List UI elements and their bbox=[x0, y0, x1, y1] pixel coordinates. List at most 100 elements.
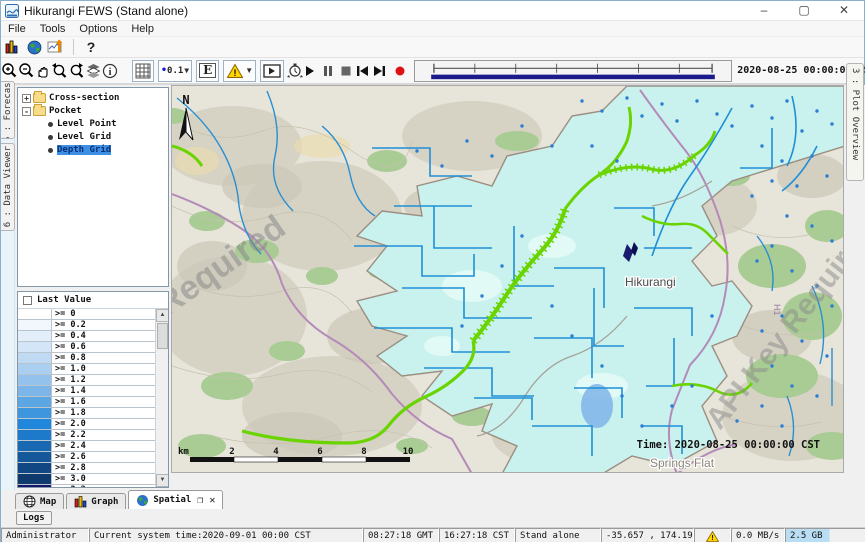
classbreak-dropdown[interactable]: •0.1▼ bbox=[158, 60, 192, 82]
legend-panel: Last Value >= 0 >= 0.2 bbox=[17, 291, 169, 488]
logs-button[interactable]: Logs bbox=[16, 511, 52, 525]
legend-row[interactable]: >= 0.8 bbox=[18, 353, 155, 364]
color-swatch bbox=[18, 441, 52, 451]
svg-text:km: km bbox=[178, 447, 189, 457]
tree-item[interactable]: + Cross-section bbox=[22, 92, 168, 104]
tree-expander[interactable]: - bbox=[22, 107, 31, 116]
color-swatch bbox=[18, 463, 52, 473]
menu-item[interactable]: File bbox=[8, 23, 26, 35]
tab-close-icon[interactable]: ✕ bbox=[209, 495, 215, 506]
tab-maximize-icon[interactable]: ❐ bbox=[197, 495, 203, 506]
legend-label: >= 0.6 bbox=[52, 342, 86, 352]
tab-graph[interactable]: Graph bbox=[66, 493, 126, 509]
legend-row[interactable]: >= 2.4 bbox=[18, 441, 155, 452]
animation-timer-icon[interactable] bbox=[286, 61, 304, 81]
chevron-down-icon: ▼ bbox=[184, 66, 189, 75]
legend-row[interactable]: >= 3.0 bbox=[18, 474, 155, 485]
legend-row[interactable]: >= 2.6 bbox=[18, 452, 155, 463]
help-button[interactable]: ? bbox=[80, 37, 102, 57]
legend-scrollbar[interactable]: ▲ ▼ bbox=[155, 309, 168, 487]
place-label: Springs Flat bbox=[650, 456, 715, 470]
left-panel: + Cross-section - Pocket bbox=[15, 85, 171, 490]
zoom-out-icon[interactable] bbox=[18, 61, 35, 81]
skip-to-end-button[interactable] bbox=[373, 61, 386, 81]
timeline-range-bar[interactable] bbox=[431, 74, 715, 79]
legend-row[interactable]: >= 1.2 bbox=[18, 375, 155, 386]
minimize-button[interactable]: – bbox=[744, 1, 784, 21]
layers-icon[interactable] bbox=[85, 61, 102, 81]
database-display-button[interactable] bbox=[1, 37, 23, 57]
info-icon[interactable]: i bbox=[102, 61, 118, 81]
globe-wireframe-icon bbox=[23, 495, 36, 508]
legend-row[interactable]: >= 2.2 bbox=[18, 430, 155, 441]
legend-label: >= 0 bbox=[52, 309, 75, 319]
color-swatch bbox=[18, 452, 52, 462]
deep-water-patch bbox=[581, 384, 613, 428]
play-button[interactable] bbox=[304, 61, 316, 81]
tab-spatial[interactable]: Spatial ❐ ✕ bbox=[128, 490, 223, 509]
legend-row[interactable]: >= 1.4 bbox=[18, 386, 155, 397]
grid-toggle-button[interactable] bbox=[132, 60, 154, 82]
legend-row[interactable]: >= 3.2 bbox=[18, 485, 155, 487]
menu-bar: File Tools Options Help bbox=[1, 21, 864, 37]
last-value-checkbox[interactable] bbox=[23, 296, 32, 305]
record-button[interactable] bbox=[394, 61, 406, 81]
left-tab-strip: 5 : Forecast 6 : Data Viewer bbox=[1, 85, 15, 490]
legend-toggle-button[interactable]: E bbox=[196, 60, 219, 82]
map-canvas[interactable]: API Key Required API Key Required Hikura… bbox=[172, 86, 844, 473]
skip-to-start-button[interactable] bbox=[356, 61, 369, 81]
tab-plot-overview[interactable]: 3 : Plot Overview bbox=[846, 63, 864, 181]
legend-row[interactable]: >= 2.8 bbox=[18, 463, 155, 474]
legend-row[interactable]: >= 0 bbox=[18, 309, 155, 320]
tree-item[interactable]: Level Grid bbox=[22, 131, 168, 143]
close-button[interactable]: ✕ bbox=[824, 1, 864, 21]
tree-item[interactable]: Level Point bbox=[22, 118, 168, 130]
stop-button[interactable] bbox=[340, 61, 352, 81]
tree-item-label: Level Point bbox=[57, 119, 117, 129]
menu-item[interactable]: Tools bbox=[40, 23, 66, 35]
tree-item[interactable]: Depth Grid bbox=[22, 144, 168, 156]
scrollbar-thumb[interactable] bbox=[157, 323, 168, 349]
zoom-in-icon[interactable] bbox=[1, 61, 18, 81]
pan-hand-icon[interactable] bbox=[35, 61, 51, 81]
legend-row[interactable]: >= 1.8 bbox=[18, 408, 155, 419]
chevron-down-icon: ▼ bbox=[245, 66, 253, 75]
tab-forecast[interactable]: 5 : Forecast bbox=[1, 81, 15, 139]
map-display-button[interactable] bbox=[23, 37, 45, 57]
tree-item[interactable]: - Pocket bbox=[22, 105, 168, 117]
legend-label: >= 1.2 bbox=[52, 375, 86, 385]
scroll-up-icon[interactable]: ▲ bbox=[156, 309, 168, 322]
animation-movie-button[interactable] bbox=[260, 60, 284, 82]
legend-row[interactable]: >= 0.4 bbox=[18, 331, 155, 342]
timeseries-dialog-button[interactable] bbox=[45, 37, 67, 57]
scroll-down-icon[interactable]: ▼ bbox=[156, 474, 168, 487]
tree-item-label: Level Grid bbox=[57, 132, 111, 142]
tab-map[interactable]: Map bbox=[15, 493, 64, 509]
tab-data-viewer[interactable]: 6 : Data Viewer bbox=[1, 143, 15, 231]
bar-chart-icon bbox=[74, 495, 87, 508]
maximize-button[interactable]: ▢ bbox=[784, 1, 824, 21]
zoom-previous-icon[interactable] bbox=[51, 61, 68, 81]
color-swatch bbox=[18, 364, 52, 374]
globe-icon bbox=[136, 494, 149, 507]
zoom-next-icon[interactable] bbox=[68, 61, 85, 81]
svg-text:!: ! bbox=[710, 534, 714, 542]
pause-button[interactable] bbox=[322, 61, 334, 81]
warning-threshold-dropdown[interactable]: ! ▼ bbox=[223, 60, 256, 82]
legend-row[interactable]: >= 0.6 bbox=[18, 342, 155, 353]
svg-text:4: 4 bbox=[273, 447, 279, 457]
svg-text:N: N bbox=[182, 93, 189, 107]
legend-row[interactable]: >= 1.6 bbox=[18, 397, 155, 408]
legend-row[interactable]: >= 1.0 bbox=[18, 364, 155, 375]
legend-row[interactable]: >= 0.2 bbox=[18, 320, 155, 331]
status-system-time: Current system time:2020-09-01 00:00 CST bbox=[89, 528, 363, 542]
map-viewport[interactable]: API Key Required API Key Required Hikura… bbox=[171, 85, 844, 473]
time-slider[interactable] bbox=[414, 60, 732, 82]
warning-icon: ! bbox=[706, 531, 719, 542]
tree-expander[interactable]: + bbox=[22, 94, 31, 103]
status-warning-cell[interactable]: ! bbox=[694, 528, 731, 542]
menu-item[interactable]: Help bbox=[131, 23, 154, 35]
menu-item[interactable]: Options bbox=[79, 23, 117, 35]
tree-item-label: Cross-section bbox=[49, 93, 119, 103]
legend-row[interactable]: >= 2.0 bbox=[18, 419, 155, 430]
